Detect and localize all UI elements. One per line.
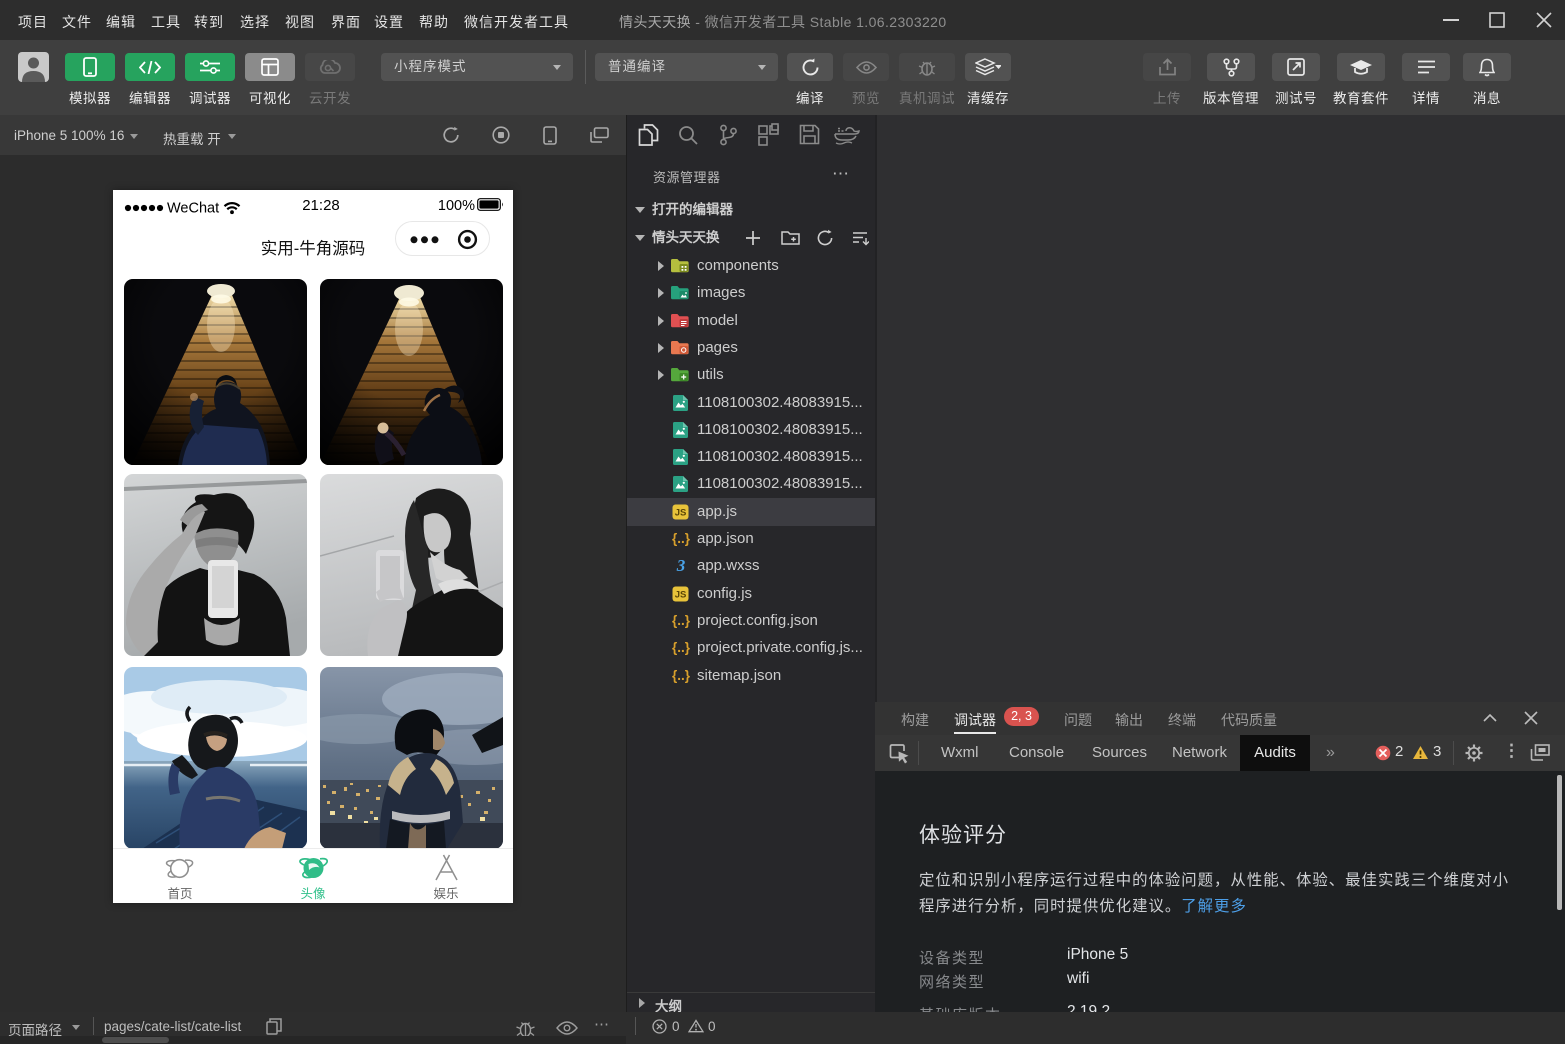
svg-text:3: 3 — [676, 556, 686, 575]
svg-text:WeChat: WeChat — [167, 201, 219, 217]
svg-text:{..}: {..} — [672, 640, 691, 655]
svg-text:{..}: {..} — [672, 613, 691, 628]
svg-text:{..}: {..} — [672, 668, 691, 683]
svg-text:JS: JS — [675, 508, 687, 519]
svg-text:{..}: {..} — [672, 531, 691, 546]
svg-text:JS: JS — [675, 590, 687, 601]
